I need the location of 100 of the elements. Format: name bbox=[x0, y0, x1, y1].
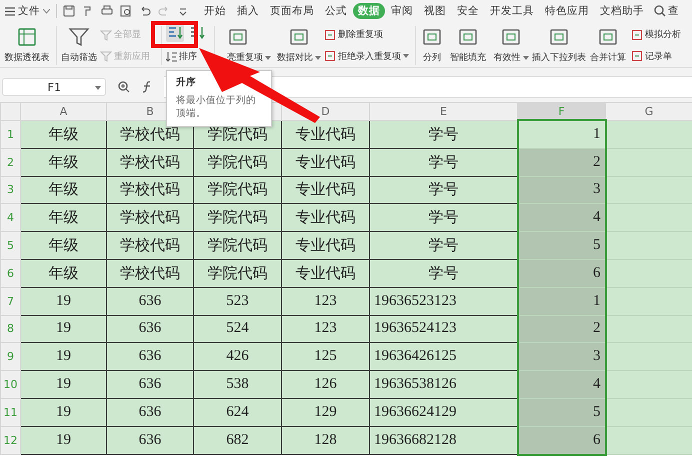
table-cell: 学号 bbox=[370, 204, 518, 232]
ribbon-button[interactable]: 模拟分析 bbox=[630, 27, 690, 42]
ribbon-button[interactable]: 数据透视表 bbox=[4, 51, 50, 64]
ribbon-button[interactable]: 分列 bbox=[423, 51, 441, 64]
ribbon-tab[interactable]: 安全 bbox=[452, 2, 484, 20]
table-cell: 624 bbox=[194, 398, 282, 426]
ribbon-button[interactable]: 自动筛选 bbox=[61, 51, 97, 64]
table-cell: 1 bbox=[518, 287, 606, 316]
table-cell: 123 bbox=[282, 315, 370, 343]
ribbon-tab[interactable]: 公式 bbox=[320, 2, 352, 20]
search-icon bbox=[654, 5, 666, 17]
table-cell: 学号 bbox=[370, 259, 518, 288]
ribbon-tab[interactable]: 插入 bbox=[232, 2, 264, 20]
document-icon bbox=[324, 50, 336, 62]
table-cell: 128 bbox=[282, 426, 370, 455]
table-cell: 专业代码 bbox=[282, 204, 370, 232]
table-cell: 年级 bbox=[20, 259, 106, 288]
table-cell: 19636682128 bbox=[370, 426, 518, 455]
menu-icon[interactable] bbox=[5, 6, 15, 16]
table-cell: 1 bbox=[518, 120, 606, 148]
table-cell: 636 bbox=[106, 426, 194, 455]
save-icon[interactable] bbox=[63, 5, 75, 17]
table-cell: 19636524123 bbox=[370, 315, 518, 343]
table-cell: 4 bbox=[518, 370, 606, 398]
table-cell: 19 bbox=[20, 342, 106, 371]
table-cell: 129 bbox=[282, 398, 370, 426]
filter-icon bbox=[68, 26, 90, 48]
table-cell: 3 bbox=[518, 176, 606, 204]
table-cell: 年级 bbox=[20, 232, 106, 260]
table-cell: 专业代码 bbox=[282, 148, 370, 176]
document-icon bbox=[631, 50, 643, 62]
caret-icon bbox=[403, 54, 409, 58]
undo-icon[interactable] bbox=[139, 5, 151, 17]
table-cell: 126 bbox=[282, 370, 370, 398]
document-icon bbox=[631, 28, 643, 41]
filter-icon bbox=[100, 28, 112, 41]
table-cell: 19 bbox=[20, 370, 106, 398]
table-cell: 学号 bbox=[370, 176, 518, 204]
table-cell: 学校代码 bbox=[106, 148, 194, 176]
ribbon-tab[interactable]: 审阅 bbox=[386, 2, 418, 20]
ribbon-button[interactable]: 插入下拉列表 bbox=[532, 51, 586, 64]
table-cell: 682 bbox=[194, 426, 282, 455]
ribbon-tab[interactable]: 视图 bbox=[419, 2, 451, 20]
menu-button[interactable]: 文件 bbox=[18, 4, 40, 18]
caret-icon bbox=[315, 56, 321, 60]
table-cell: 学院代码 bbox=[194, 232, 282, 260]
table-cell: 专业代码 bbox=[282, 232, 370, 260]
ribbon-tab[interactable]: 特色应用 bbox=[540, 2, 594, 20]
table-cell: 636 bbox=[106, 287, 194, 316]
table-cell: 636 bbox=[106, 315, 194, 343]
column-header[interactable]: A bbox=[20, 102, 106, 120]
table-cell: 538 bbox=[194, 370, 282, 398]
table-cell: 学校代码 bbox=[106, 204, 194, 232]
table-cell: 19636538126 bbox=[370, 370, 518, 398]
ribbon-button[interactable]: 合并计算 bbox=[590, 51, 626, 64]
ribbon-button[interactable]: 记录单 bbox=[630, 48, 690, 64]
tooltip-title: 升序 bbox=[176, 76, 197, 89]
ribbon-tab[interactable]: 页面布局 bbox=[265, 2, 319, 20]
sort-icon bbox=[166, 51, 177, 62]
table-icon bbox=[16, 26, 38, 48]
table-cell: 年级 bbox=[20, 176, 106, 204]
table-cell: 19 bbox=[20, 315, 106, 343]
ribbon-button[interactable]: 智能填充 bbox=[450, 51, 486, 64]
function-icon[interactable] bbox=[142, 81, 152, 93]
table-cell: 4 bbox=[518, 204, 606, 232]
table-cell: 学院代码 bbox=[194, 259, 282, 288]
table-cell: 636 bbox=[106, 370, 194, 398]
print-icon[interactable] bbox=[101, 5, 113, 17]
ribbon-button[interactable]: 删除重复项 bbox=[323, 27, 413, 42]
ribbon-tab[interactable]: 开发工具 bbox=[485, 2, 539, 20]
ribbon-button[interactable]: 数据对比 bbox=[277, 51, 321, 64]
table-cell: 学号 bbox=[370, 148, 518, 176]
column-header[interactable]: G bbox=[606, 102, 692, 120]
table-cell: 6 bbox=[518, 259, 606, 288]
table-cell: 2 bbox=[518, 315, 606, 343]
table-cell: 523 bbox=[194, 287, 282, 316]
table-cell: 125 bbox=[282, 342, 370, 371]
table-cell: 19 bbox=[20, 287, 106, 316]
table-cell: 6 bbox=[518, 426, 606, 455]
ribbon-tab[interactable]: 文档助手 bbox=[595, 2, 649, 20]
table-cell: 19 bbox=[20, 398, 106, 426]
zoom-icon[interactable] bbox=[118, 81, 130, 93]
search-label[interactable]: 查 bbox=[668, 4, 679, 18]
ribbon-button[interactable]: 拒绝录入重复项 bbox=[323, 48, 413, 64]
table-cell: 19636523123 bbox=[370, 287, 518, 316]
document-icon bbox=[324, 28, 336, 41]
sort-ascending-icon[interactable] bbox=[166, 24, 184, 42]
preview-icon[interactable] bbox=[120, 5, 132, 17]
table-cell: 学校代码 bbox=[106, 259, 194, 288]
ribbon-tab[interactable]: 开始 bbox=[199, 2, 231, 20]
table-cell: 19636426125 bbox=[370, 342, 518, 371]
ribbon-button[interactable]: 有效性 bbox=[494, 51, 528, 64]
table-cell: 专业代码 bbox=[282, 120, 370, 148]
caret-icon bbox=[265, 56, 271, 60]
table-cell: 专业代码 bbox=[282, 259, 370, 288]
name-box[interactable]: F1 bbox=[2, 78, 106, 96]
sort-button[interactable]: 排序 bbox=[166, 50, 197, 63]
table-cell: 524 bbox=[194, 315, 282, 343]
column-header[interactable]: E bbox=[370, 102, 518, 120]
sort-descending-icon[interactable] bbox=[188, 24, 206, 42]
